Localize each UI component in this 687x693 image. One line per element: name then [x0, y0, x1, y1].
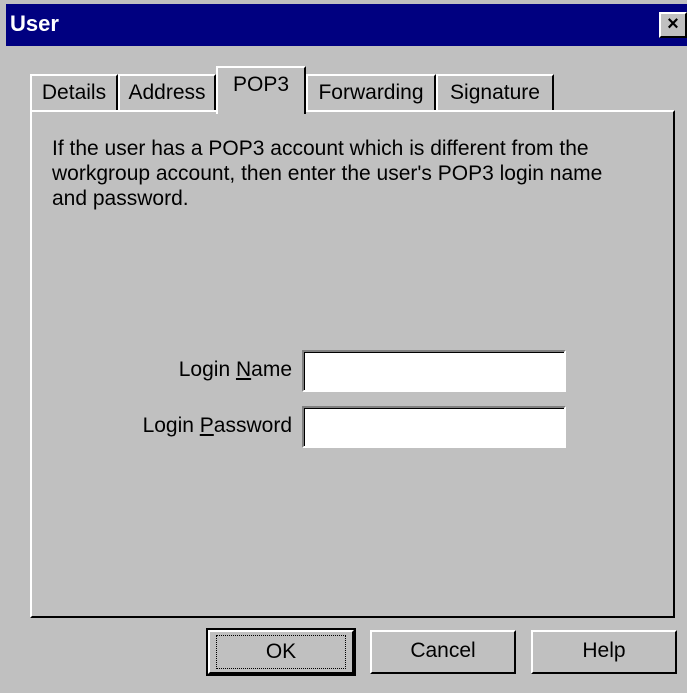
ok-button-label: OK: [216, 635, 346, 669]
cancel-button-label: Cancel: [410, 639, 476, 662]
pop3-panel: If the user has a POP3 account which is …: [30, 110, 675, 618]
tab-pop3[interactable]: POP3: [216, 66, 306, 114]
pop3-description: If the user has a POP3 account which is …: [52, 137, 603, 210]
login-password-accelerator: P: [199, 414, 214, 437]
tab-address[interactable]: Address: [118, 74, 216, 112]
window-title: User: [10, 11, 59, 36]
title-bar[interactable]: User ×: [6, 4, 687, 46]
close-button[interactable]: ×: [659, 12, 687, 38]
tab-forwarding[interactable]: Forwarding: [306, 74, 436, 112]
tab-address-label: Address: [128, 81, 206, 104]
login-password-label: Login Password: [142, 414, 292, 437]
user-dialog: User × Details Address POP3 Forwarding S…: [0, 0, 687, 693]
tab-details[interactable]: Details: [30, 74, 118, 112]
cancel-button[interactable]: Cancel: [370, 630, 516, 674]
tab-pop3-label: POP3: [232, 73, 290, 96]
close-icon: ×: [667, 13, 679, 35]
help-button-label: Help: [582, 639, 626, 662]
login-password-input[interactable]: [302, 406, 566, 448]
tab-details-label: Details: [41, 81, 107, 104]
tab-signature[interactable]: Signature: [436, 74, 554, 112]
ok-button[interactable]: OK: [206, 628, 356, 676]
help-button[interactable]: Help: [531, 630, 677, 674]
login-name-label: Login Name: [178, 358, 292, 381]
tab-forwarding-label: Forwarding: [318, 81, 424, 104]
login-name-accelerator: N: [235, 358, 252, 381]
login-name-input[interactable]: [302, 350, 566, 392]
tab-signature-label: Signature: [450, 81, 540, 104]
